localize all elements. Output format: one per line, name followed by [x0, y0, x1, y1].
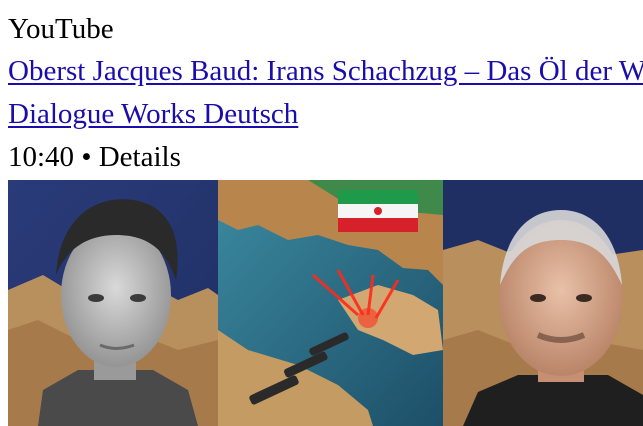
channel-link[interactable]: Dialogue Works Deutsch: [8, 97, 298, 131]
duration: 10:40: [8, 141, 75, 173]
source-label: YouTube: [8, 13, 114, 45]
separator: •: [81, 141, 92, 173]
thumbnail-image: [8, 180, 643, 426]
iran-flag: [338, 190, 418, 232]
middle-map-panel: [218, 180, 443, 426]
video-meta: 10:40 • Details: [8, 140, 181, 174]
details-link[interactable]: Details: [99, 141, 181, 173]
video-thumbnail[interactable]: [8, 180, 643, 426]
video-title-link[interactable]: Oberst Jacques Baud: Irans Schachzug – D…: [8, 54, 643, 88]
